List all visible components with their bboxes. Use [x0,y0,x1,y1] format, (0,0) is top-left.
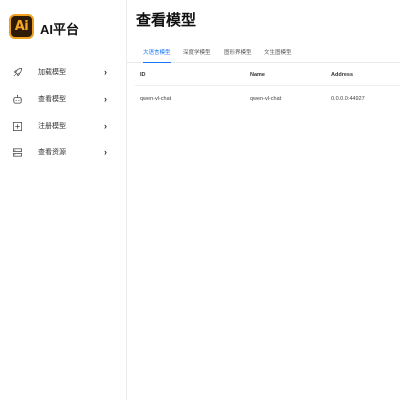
active-tab-indicator [143,61,171,63]
plus-square-icon [12,121,23,132]
rocket-icon [12,67,23,78]
tab-label: 图形界模型 [224,50,252,56]
sidebar-item-label: 查看资源 [38,149,66,156]
column-header-name: Name [250,72,265,78]
sidebar-item-load-model[interactable]: 加载模型 › [0,60,126,84]
tab-label: 深度学模型 [183,50,211,56]
model-type-tabs: 大语言模型 深度学模型 图形界模型 文生图模型 [127,44,400,63]
server-icon [12,147,23,158]
tab-text-to-image[interactable]: 文生图模型 [264,48,292,63]
logo-text: Ai [14,19,29,34]
sidebar-item-register-model[interactable]: 注册模型 › [0,114,126,138]
sidebar: Ai AI平台 加载模型 › 查看模型 › 注册模型 › 查看资源 › [0,0,127,400]
chevron-right-icon: › [104,67,107,77]
sidebar-item-view-model[interactable]: 查看模型 › [0,87,126,111]
tab-deep-learning[interactable]: 深度学模型 [183,48,211,63]
tab-label: 大语言模型 [143,50,171,56]
tab-graphics[interactable]: 图形界模型 [224,48,252,63]
sidebar-item-label: 加载模型 [38,69,66,76]
column-header-address: Address [331,72,354,78]
tab-label: 文生图模型 [264,50,292,56]
chevron-right-icon: › [104,147,107,157]
sidebar-item-label: 注册模型 [38,123,66,130]
sidebar-item-label: 查看模型 [38,96,66,103]
robot-icon [12,94,23,105]
cell-name: qwen-vl-chat [250,96,282,102]
chevron-right-icon: › [104,121,107,131]
column-header-id: ID [140,72,146,78]
app-logo: Ai [9,14,34,39]
brand-name: AI平台 [40,22,80,37]
page-title: 查看模型 [136,12,197,29]
cell-address: 0.0.0.0:44927 [331,96,365,102]
tab-llm[interactable]: 大语言模型 [143,48,171,63]
cell-id: qwen-vl-chat [140,96,172,102]
sidebar-item-view-resources[interactable]: 查看资源 › [0,140,126,164]
table-header-divider [135,85,400,86]
chevron-right-icon: › [104,94,107,104]
